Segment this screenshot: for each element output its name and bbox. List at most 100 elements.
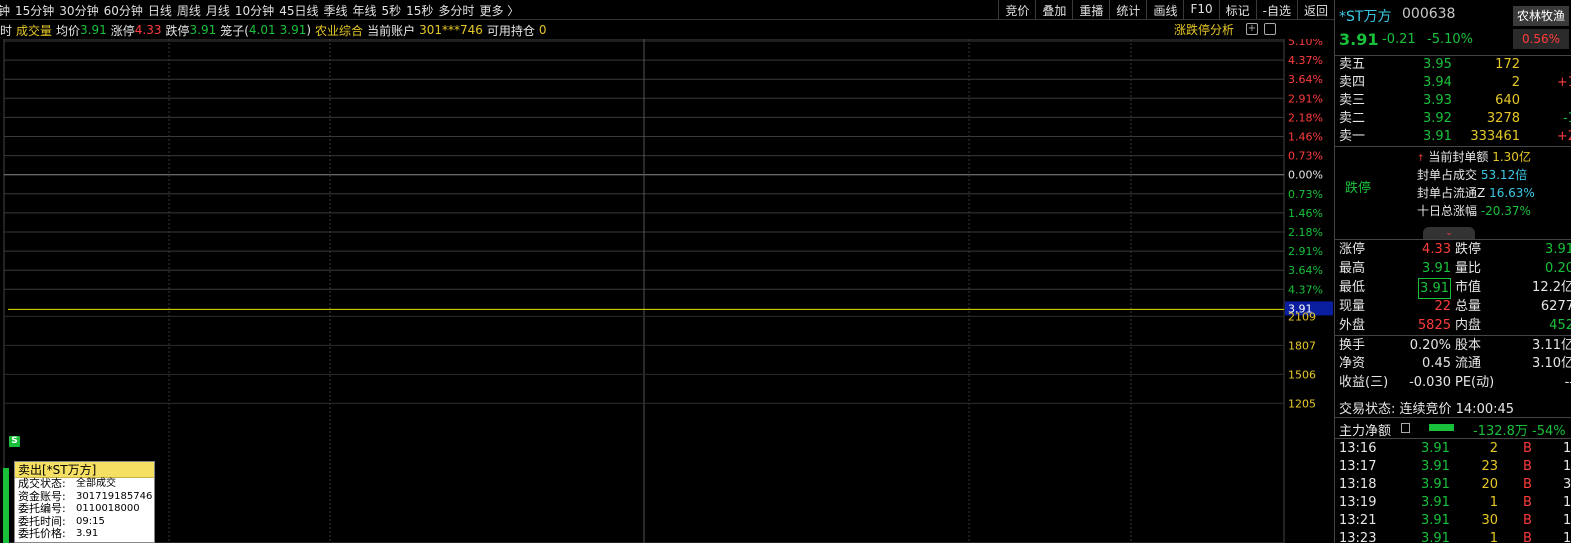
order-popup-row: 成交状态: 全部成交 — [15, 477, 154, 491]
stat-label: 内盘 — [1455, 318, 1482, 333]
period-tab[interactable]: 45日线 — [279, 2, 318, 19]
pct-tick-label: 0.73% — [1288, 188, 1323, 201]
account-value: 301***746 — [419, 23, 483, 37]
ask-label: 卖五 — [1339, 57, 1366, 72]
period-tab[interactable]: 日线 — [148, 2, 172, 19]
holding-value: 0 — [538, 23, 547, 37]
stock-name: *ST万方 — [1339, 9, 1392, 25]
toolbar-button[interactable]: F10 — [1183, 0, 1218, 20]
sector-rate-tag[interactable]: 0.56% — [1513, 29, 1569, 49]
stat-value: 3.11亿 — [1532, 338, 1571, 353]
tick-row: 13:18 3.91 20 B 3 — [1335, 476, 1571, 494]
period-tab[interactable]: 钟 — [0, 2, 10, 19]
pct-tick-label: 1.46% — [1288, 131, 1323, 144]
avg-value: 3.91 — [80, 23, 107, 37]
ask-row[interactable]: 卖一 3.91 333461 +2 — [1335, 128, 1571, 146]
add-icon[interactable]: + — [1246, 23, 1258, 35]
stat-label: 最低 — [1339, 280, 1366, 295]
stat-value: -0.030 — [1409, 375, 1451, 390]
volume-tick-label: 1807 — [1288, 339, 1316, 352]
period-tabs: 钟 15分钟 30分钟 60分钟 日线 周线 月线 10分钟 45日线 季线 年线 5秒 15秒 多分时更… — [0, 0, 519, 20]
volume-tick-label: 2109 — [1288, 310, 1316, 323]
period-tab[interactable]: 5秒 — [382, 2, 402, 19]
pct-tick-label: 0.73% — [1288, 150, 1323, 163]
toolbar-button[interactable]: 重播 — [1072, 0, 1109, 20]
volume-label[interactable]: 成交量 — [16, 22, 52, 39]
stat-label: 总量 — [1455, 299, 1482, 314]
ask-price: 3.94 — [1423, 75, 1452, 90]
tick-volume: 1 — [1489, 531, 1498, 543]
account-label: 当前账户 — [367, 23, 416, 38]
period-tab[interactable]: 更多 〉 — [479, 2, 519, 19]
stat-row: 最低 3.91 市值 12.2亿 — [1335, 278, 1571, 299]
stat-value: 452 — [1549, 318, 1571, 333]
ask-label: 卖二 — [1339, 111, 1366, 126]
stat-label: 收益(三) — [1339, 375, 1389, 390]
ask-row[interactable]: 卖五 3.95 172 — [1335, 56, 1571, 74]
seal-vol-ratio: 53.12倍 — [1480, 168, 1528, 182]
window-icon[interactable] — [1264, 23, 1276, 35]
pct-tick-label: 2.91% — [1288, 92, 1323, 105]
period-tab[interactable]: 15分钟 — [15, 2, 54, 19]
toolbar-button[interactable]: 统计 — [1109, 0, 1146, 20]
ask-row[interactable]: 卖二 3.92 3278 -1 — [1335, 110, 1571, 128]
order-field-value: 3.91 — [76, 528, 99, 539]
toolbar-button[interactable]: 竞价 — [998, 0, 1035, 20]
quote-panel: *ST万方 000638 农林牧渔 3.91 -0.21 -5.10% 0.56… — [1334, 0, 1571, 543]
period-tab[interactable]: 季线 — [323, 2, 347, 19]
tick-row: 13:16 3.91 2 B 1 — [1335, 440, 1571, 458]
toolbar-button[interactable]: 标记 — [1218, 0, 1256, 20]
pct-tick-label: 4.37% — [1288, 283, 1323, 296]
stat-value: 12.2亿 — [1532, 280, 1571, 295]
period-tab[interactable]: 60分钟 — [104, 2, 143, 19]
toolbar-button[interactable]: -自选 — [1255, 0, 1297, 20]
ten-day-row: 十日总涨幅 -20.37% — [1417, 202, 1531, 219]
tick-direction: B — [1523, 477, 1532, 492]
toolbar-button[interactable]: 叠加 — [1035, 0, 1072, 20]
period-tab[interactable]: 年线 — [352, 2, 376, 19]
stat-value: 6277 — [1540, 299, 1571, 314]
limit-analysis-button[interactable]: 涨跌停分析 — [1174, 21, 1234, 38]
tick-time: 13:21 — [1339, 513, 1377, 528]
stat-label: 净资 — [1339, 356, 1366, 371]
cage-close: ) — [306, 23, 312, 37]
collapse-chevron-icon[interactable]: ⌄ — [1423, 227, 1475, 239]
ask-row[interactable]: 卖四 3.94 2 +1 — [1335, 74, 1571, 92]
up-arrow-icon: ↑ — [1417, 154, 1425, 164]
period-tab[interactable]: 30分钟 — [59, 2, 98, 19]
toolbar-button[interactable]: 返回 — [1296, 0, 1334, 20]
tick-price: 3.91 — [1421, 477, 1450, 492]
tick-direction: B — [1523, 495, 1532, 510]
cage-low: 4.01 — [248, 23, 276, 37]
intraday-chart[interactable]: 5.10% 4.37% 3.64% 2.91% 2.18% 1.46% 0.73% 0.00%… — [0, 39, 1334, 543]
ask-volume: 333461 — [1470, 129, 1520, 144]
sector-link[interactable]: 农业综合 — [315, 22, 363, 39]
list-icon[interactable] — [1401, 423, 1410, 433]
seal-float-row: 封单占流通Z 16.63% — [1417, 184, 1535, 201]
tick-price: 3.91 — [1421, 513, 1450, 528]
order-field-value: 全部成交 — [76, 478, 116, 489]
volume-tick-label: 1506 — [1288, 368, 1316, 381]
sector-tag[interactable]: 农林牧渔 — [1513, 6, 1569, 26]
sell-marker-icon[interactable]: S — [9, 436, 20, 447]
order-field-value: 09:15 — [76, 515, 105, 527]
period-tab[interactable]: 多分时 — [438, 2, 474, 19]
stat-value: 0.20% — [1409, 338, 1451, 353]
stat-value: 0.45 — [1422, 356, 1451, 371]
pct-tick-label: 2.18% — [1288, 226, 1323, 239]
order-field-value: 0110018000 — [76, 503, 140, 514]
period-tab[interactable]: 15秒 — [406, 2, 433, 19]
cage-high: 3.91 — [279, 23, 307, 37]
ask-row[interactable]: 卖三 3.93 640 — [1335, 92, 1571, 110]
seal-amount-label: 当前封单额 — [1428, 150, 1489, 164]
stats-table: 涨停 4.33 跌停 3.91 最高 3.91 量比 0.20 最低 3.91 市值 12.2亿现量 2… — [1335, 239, 1571, 392]
toolbar-button[interactable]: 画线 — [1146, 0, 1183, 20]
tick-count: 1 — [1563, 459, 1571, 474]
tick-price: 3.91 — [1421, 441, 1450, 456]
period-tab[interactable]: 月线 — [206, 2, 230, 19]
volume-bar — [3, 468, 9, 543]
period-tab[interactable]: 周线 — [177, 2, 201, 19]
period-tab[interactable]: 10分钟 — [235, 2, 274, 19]
order-popup: 卖出[*ST万方] 成交状态: 全部成交 资金账号: 301719185746 委托编号… — [14, 461, 155, 543]
tick-list[interactable]: 13:16 3.91 2 B 1 13:17 3.91 23 B 1 13:18 3.91 20 B 3 13… — [1335, 440, 1571, 543]
